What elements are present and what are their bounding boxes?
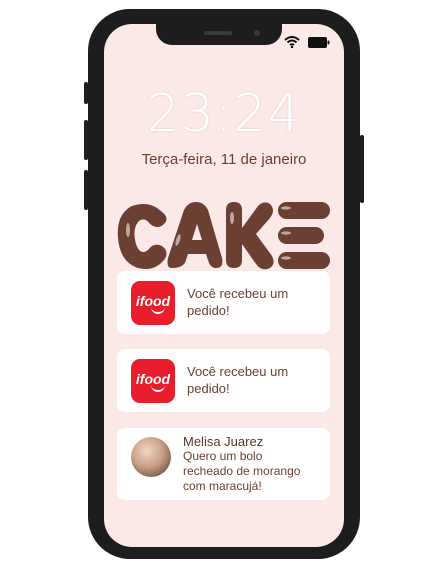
battery-icon	[308, 36, 330, 48]
avatar	[131, 437, 171, 477]
notification-text: Você recebeu um pedido!	[187, 364, 289, 396]
clock: 23:24	[146, 84, 302, 144]
volume-up-button	[84, 120, 88, 160]
volume-down-button	[84, 170, 88, 210]
ifood-logo-icon: ifood	[131, 281, 175, 325]
ifood-logo-icon: ifood	[131, 359, 175, 403]
status-bar	[284, 36, 330, 48]
date-label: Terça-feira, 11 de janeiro	[141, 151, 307, 168]
notification-card[interactable]: ifood Você recebeu um pedido!	[117, 271, 330, 334]
cake-logo	[117, 202, 330, 270]
notch	[156, 24, 282, 45]
wifi-icon	[284, 36, 300, 48]
message-notification-card[interactable]: Melisa Juarez Quero um bolo recheado de …	[117, 428, 330, 500]
sender-name: Melisa Juarez	[183, 434, 264, 449]
speaker	[204, 31, 232, 35]
message-text: Quero um bolo recheado de morango com ma…	[183, 449, 301, 493]
lock-screen: 23:24 Terça-feira, 11 de janeiro ifood V…	[104, 24, 344, 547]
camera	[254, 30, 260, 36]
notification-card[interactable]: ifood Você recebeu um pedido!	[117, 349, 330, 412]
mute-switch	[84, 82, 88, 104]
power-button	[360, 135, 364, 203]
notification-text: Você recebeu um pedido!	[187, 286, 289, 318]
